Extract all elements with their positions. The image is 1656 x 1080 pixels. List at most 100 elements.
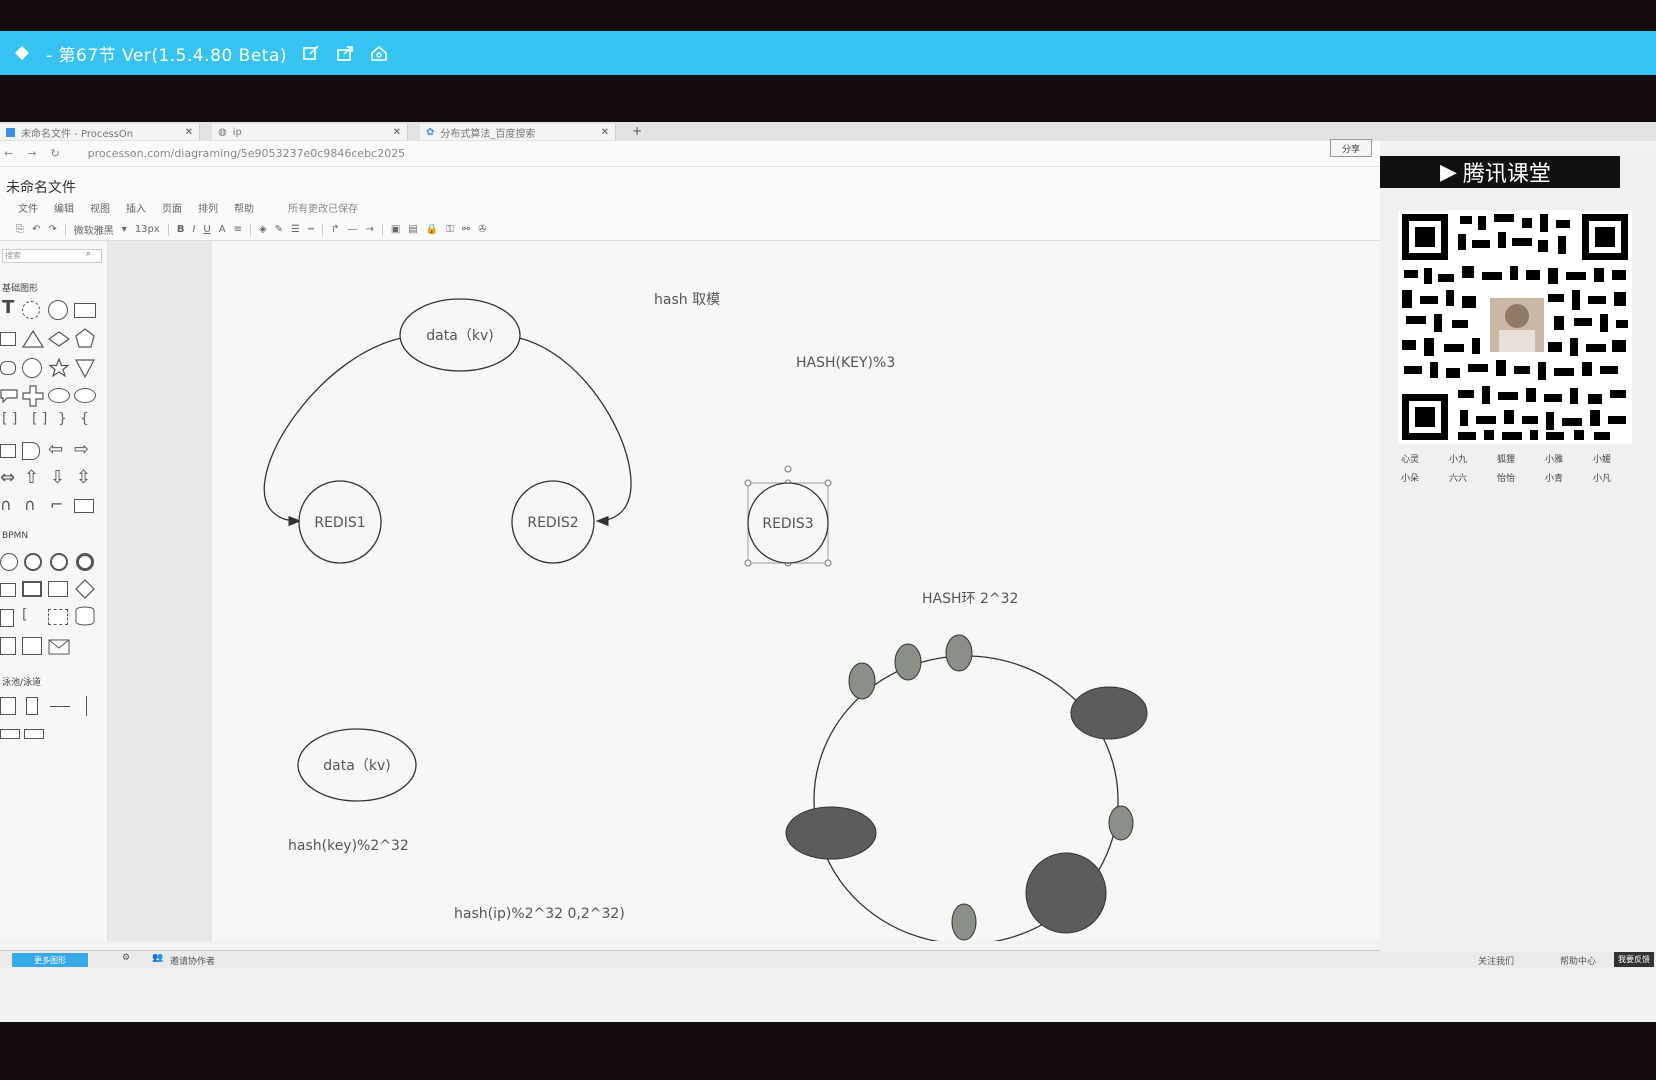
octagon-shape[interactable] — [22, 358, 42, 378]
ring-node-small[interactable] — [945, 634, 973, 672]
bpmn-intermediate-event[interactable] — [24, 553, 42, 571]
browser-tab[interactable]: ◍ ip ✕ — [212, 124, 408, 140]
callout-shape[interactable] — [0, 387, 18, 403]
section-basic-shapes[interactable]: 基础图形 — [2, 281, 38, 294]
rectangle-shape[interactable] — [74, 303, 96, 318]
cloud-shape[interactable] — [48, 388, 70, 403]
rotate-handle[interactable] — [784, 465, 792, 473]
more-shapes-button[interactable]: 更多图形 — [12, 953, 88, 967]
connector-icon[interactable]: ↱ — [331, 224, 339, 235]
menu-page[interactable]: 页面 — [162, 200, 182, 215]
bring-front-icon[interactable]: ▣ — [391, 224, 400, 235]
u-turn-shape-icon[interactable]: ∩ — [0, 495, 12, 514]
format-painter-icon[interactable]: ⎘ — [16, 224, 24, 235]
help-center-link[interactable]: 帮助中心 — [1560, 954, 1596, 967]
invite-collaborator-link[interactable]: 邀请协作者 — [170, 954, 215, 967]
bold-button[interactable]: B — [177, 224, 185, 235]
delay-shape[interactable] — [22, 442, 40, 460]
envelope-icon[interactable] — [48, 639, 70, 655]
browser-tab[interactable]: 未命名文件 - ProcessOn ✕ — [0, 124, 200, 140]
arrow-start-icon[interactable]: — — [347, 224, 357, 235]
hash-ring-label[interactable]: HASH环 2^32 — [922, 591, 1018, 607]
ring-node-large[interactable] — [1025, 852, 1107, 934]
italic-button[interactable]: I — [192, 224, 195, 235]
menu-insert[interactable]: 插入 — [126, 200, 146, 215]
ring-node-small[interactable] — [848, 662, 876, 700]
inverted-triangle-shape[interactable] — [74, 357, 96, 379]
triangle-shape[interactable] — [22, 329, 44, 349]
hash-key-mod232-label[interactable]: hash(key)%2^32 — [288, 838, 409, 854]
document-title[interactable]: 未命名文件 — [6, 177, 76, 197]
search-icon[interactable]: ⌕ — [86, 249, 91, 259]
vertical-pool[interactable] — [0, 697, 16, 715]
diamond-shape[interactable] — [48, 329, 70, 349]
bpmn-participant[interactable] — [22, 637, 42, 655]
rounded-rect-shape[interactable] — [0, 332, 16, 346]
vertical-lane[interactable] — [26, 697, 38, 715]
pentagon-shape[interactable] — [74, 327, 96, 349]
ring-node-large[interactable] — [785, 806, 877, 860]
line-width-icon[interactable]: ☰ — [291, 224, 300, 235]
horizontal-lane[interactable] — [24, 729, 44, 739]
resize-handle[interactable] — [744, 479, 752, 487]
separator-shape[interactable] — [50, 706, 70, 707]
close-icon[interactable]: ✕ — [185, 127, 193, 138]
new-tab-icon[interactable]: + — [632, 124, 642, 138]
bpmn-group[interactable] — [48, 609, 68, 625]
bpmn-annotation-icon[interactable]: [ — [22, 607, 27, 623]
redo-icon[interactable]: ↷ — [48, 224, 56, 235]
document-shape[interactable] — [0, 444, 16, 458]
brace-shape-icon[interactable]: } — [58, 411, 67, 427]
resize-handle[interactable] — [744, 559, 752, 567]
back-icon[interactable]: ← — [4, 147, 13, 160]
u-turn-shape-icon[interactable]: ∩ — [24, 495, 36, 514]
wrench-icon[interactable]: ✇ — [478, 224, 486, 235]
bpmn-data-store[interactable] — [74, 605, 96, 627]
bpmn-start-event[interactable] — [0, 553, 18, 571]
ellipse-shape[interactable] — [74, 388, 96, 403]
bracket-shape-icon[interactable]: [ ] — [32, 411, 47, 427]
bpmn-message[interactable] — [0, 637, 16, 655]
horizontal-pool[interactable] — [0, 729, 20, 739]
follow-us-link[interactable]: 关注我们 — [1478, 954, 1514, 967]
diagram-canvas[interactable]: data（kv) REDIS1 REDIS2 REDIS3 hash 取模 HA… — [212, 241, 1392, 941]
send-back-icon[interactable]: ▤ — [408, 224, 417, 235]
add-user-icon[interactable]: 👥 — [152, 953, 163, 963]
bpmn-gateway[interactable] — [74, 578, 96, 600]
menu-edit[interactable]: 编辑 — [54, 200, 74, 215]
forward-icon[interactable]: → — [27, 147, 36, 160]
circle-shape[interactable] — [48, 300, 68, 320]
ring-node-large[interactable] — [1070, 686, 1148, 740]
menu-help[interactable]: 帮助 — [234, 200, 254, 215]
feedback-button[interactable]: 我要反馈 — [1614, 952, 1654, 967]
link-icon[interactable]: ⚯ — [462, 224, 470, 235]
down-arrow-shape-icon[interactable]: ⇩ — [50, 467, 65, 488]
share-button[interactable]: 分享 — [1330, 139, 1372, 157]
share-icon[interactable] — [335, 43, 355, 63]
unlock-icon[interactable]: ⚿ — [446, 224, 454, 235]
hash-mod-label[interactable]: hash 取模 — [654, 292, 720, 308]
ring-node-small[interactable] — [951, 903, 977, 941]
font-color-button[interactable]: A — [219, 224, 226, 235]
star-shape[interactable] — [48, 357, 70, 379]
double-arrow-shape-icon[interactable]: ⇔ — [0, 467, 15, 488]
bpmn-end-event[interactable] — [76, 553, 94, 571]
line-style-icon[interactable]: ┅ — [308, 224, 314, 235]
bpmn-data-object[interactable] — [0, 609, 14, 627]
underline-button[interactable]: U — [203, 224, 210, 235]
ring-node-small[interactable] — [1108, 805, 1134, 841]
menu-file[interactable]: 文件 — [18, 200, 38, 215]
right-arrow-shape-icon[interactable]: ⇨ — [74, 439, 89, 460]
menu-view[interactable]: 视图 — [90, 200, 110, 215]
bpmn-boundary-event[interactable] — [50, 553, 68, 571]
corner-shape-icon[interactable]: ⌐ — [50, 495, 63, 514]
bpmn-call-activity[interactable] — [48, 581, 68, 597]
hash-key-mod3-label[interactable]: HASH(KEY)%3 — [796, 355, 895, 371]
rounded-shape[interactable] — [0, 361, 16, 375]
url-field[interactable]: processon.com/diagraming/5e9053237e0c984… — [88, 147, 406, 160]
undo-icon[interactable]: ↶ — [32, 224, 40, 235]
home-icon[interactable] — [369, 43, 389, 63]
ring-node-small[interactable] — [894, 643, 922, 681]
gear-icon[interactable]: ⚙ — [122, 953, 130, 963]
browser-tab[interactable]: ✿ 分布式算法_百度搜索 ✕ — [420, 124, 616, 140]
